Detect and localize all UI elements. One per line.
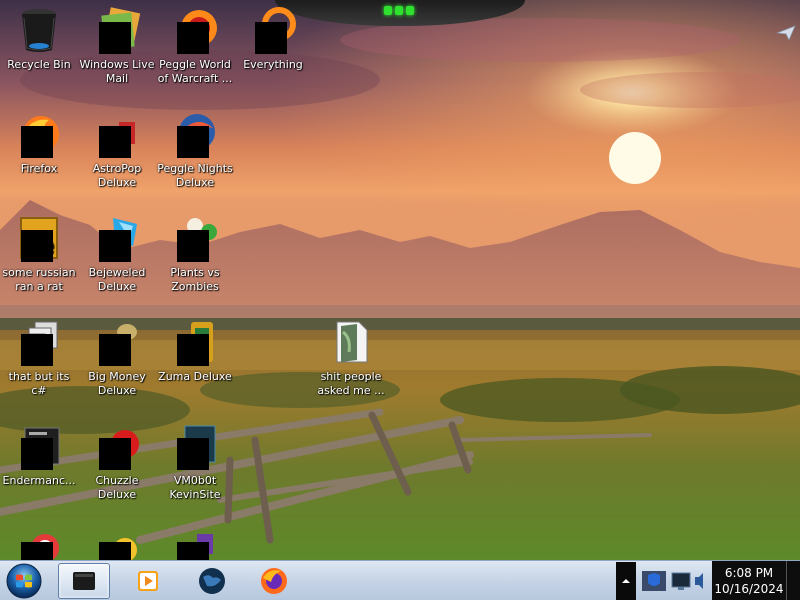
big-money-icon xyxy=(93,318,141,366)
globe-icon xyxy=(199,568,225,594)
taskbar-button-media-player[interactable] xyxy=(122,563,174,599)
clock-date: 10/16/2024 xyxy=(714,582,784,596)
volume-icon xyxy=(695,573,703,589)
taskbar-button-globe[interactable] xyxy=(186,563,238,599)
redacted-overlay xyxy=(99,438,131,470)
files-icon xyxy=(15,318,63,366)
desktop-icon-plants-vs-zombies[interactable]: Plants vs Zombies xyxy=(156,214,234,294)
desktop-icon-big-money-deluxe[interactable]: Big Money Deluxe xyxy=(78,318,156,398)
clock-time: 6:08 PM xyxy=(724,566,774,580)
redacted-overlay xyxy=(21,126,53,158)
desktop-icon-some-russian-ran-a-rat[interactable]: e some russian ran a rat xyxy=(0,214,78,294)
recycle-bin-icon xyxy=(15,6,63,54)
desktop-icon-astropop-deluxe[interactable]: AstroPop Deluxe xyxy=(78,110,156,190)
desktop-icon-zuma-deluxe[interactable]: Zuma Deluxe xyxy=(156,318,234,384)
redacted-overlay xyxy=(99,22,131,54)
plants-vs-zombies-icon xyxy=(171,214,219,262)
redacted-overlay xyxy=(177,230,209,262)
media-player-icon xyxy=(138,571,158,591)
chevron-up-icon[interactable] xyxy=(620,575,632,587)
desktop-icon-endermanc[interactable]: Endermanc... xyxy=(0,422,78,488)
paper-plane-icon xyxy=(776,25,796,41)
redacted-overlay xyxy=(255,22,287,54)
redacted-overlay xyxy=(99,126,131,158)
desktop-icon-bejeweled-deluxe[interactable]: Bejeweled Deluxe xyxy=(78,214,156,294)
redacted-overlay xyxy=(177,22,209,54)
tray-icon-volume[interactable] xyxy=(692,567,710,595)
taskbar-button-firefox[interactable] xyxy=(248,563,300,599)
desktop-icon-label: Firefox xyxy=(20,162,58,175)
taskbar: 6:08 PM 10/16/2024 xyxy=(0,560,800,600)
mail-icon xyxy=(93,6,141,54)
redacted-overlay xyxy=(21,334,53,366)
astropop-icon xyxy=(93,110,141,158)
desktop-icon-label: Big Money Deluxe xyxy=(88,370,146,397)
desktop-icon-label: Everything xyxy=(243,58,303,71)
desktop-icon-recycle-bin[interactable]: Recycle Bin xyxy=(0,6,78,72)
redacted-overlay xyxy=(21,230,53,262)
desktop-icon-label: Peggle World of Warcraft ... xyxy=(157,58,233,85)
tray-icon-app[interactable] xyxy=(640,567,668,595)
desktop-icon-label: Endermanc... xyxy=(2,474,76,487)
desktop-icon-chuzzle-deluxe[interactable]: Chuzzle Deluxe xyxy=(78,422,156,502)
desktop-icon-label: Zuma Deluxe xyxy=(158,370,232,383)
desktop-icon-label: Peggle Nights Deluxe xyxy=(157,162,233,189)
firefox-icon xyxy=(261,568,287,594)
document-icon xyxy=(327,318,375,366)
firefox-icon xyxy=(15,110,63,158)
desktop-icon-vm0b0t-kevinsite[interactable]: VM0b0t KevinSite xyxy=(156,422,234,502)
system-clock[interactable]: 6:08 PM 10/16/2024 xyxy=(712,561,786,600)
redacted-overlay xyxy=(99,230,131,262)
desktop-icon-label: Windows Live Mail xyxy=(79,58,155,85)
desktop-icon-peggle-world-of-warcraft[interactable]: Peggle World of Warcraft ... xyxy=(156,6,234,86)
desktop-icon-peggle-nights-deluxe[interactable]: Peggle Nights Deluxe xyxy=(156,110,234,190)
terminal-icon xyxy=(73,572,95,590)
everything-icon xyxy=(249,6,297,54)
windows-logo-icon xyxy=(6,563,42,599)
taskbar-button-terminal[interactable] xyxy=(58,563,110,599)
zuma-icon xyxy=(171,318,219,366)
desktop-icon-label: Bejeweled Deluxe xyxy=(88,266,146,293)
desktop-icon-shit-people-asked-me[interactable]: shit people asked me ... xyxy=(312,318,390,398)
desktop-icon-that-but-its-csharp[interactable]: that but its c# xyxy=(0,318,78,398)
redacted-overlay xyxy=(21,438,53,470)
show-desktop-button[interactable] xyxy=(786,561,800,600)
redacted-overlay xyxy=(99,334,131,366)
desktop-icon-label: Plants vs Zombies xyxy=(170,266,220,293)
peggle-nights-icon xyxy=(171,110,219,158)
bejeweled-icon xyxy=(93,214,141,262)
desktop-icon-firefox[interactable]: Firefox xyxy=(0,110,78,176)
peggle-wow-icon xyxy=(171,6,219,54)
desktop-icon-label: some russian ran a rat xyxy=(2,266,76,293)
start-button[interactable] xyxy=(4,562,44,600)
notepad-icon: e xyxy=(15,214,63,262)
desktop-icon-everything[interactable]: Everything xyxy=(234,6,312,72)
desktop-icon-label: Recycle Bin xyxy=(7,58,71,71)
notch-indicator-lights xyxy=(384,6,414,15)
desktop-icon-label: VM0b0t KevinSite xyxy=(169,474,221,501)
redacted-overlay xyxy=(177,334,209,366)
shield-icon xyxy=(642,571,666,591)
redacted-overlay xyxy=(177,126,209,158)
desktop-icon-label: shit people asked me ... xyxy=(317,370,385,397)
chuzzle-icon xyxy=(93,422,141,470)
terminal-icon xyxy=(15,422,63,470)
desktop-icon-label: that but its c# xyxy=(8,370,70,397)
redacted-overlay xyxy=(177,438,209,470)
desktop-icon-windows-live-mail[interactable]: Windows Live Mail xyxy=(78,6,156,86)
site-icon xyxy=(171,422,219,470)
desktop-icon-label: Chuzzle Deluxe xyxy=(95,474,139,501)
desktop-icon-label: AstroPop Deluxe xyxy=(92,162,142,189)
